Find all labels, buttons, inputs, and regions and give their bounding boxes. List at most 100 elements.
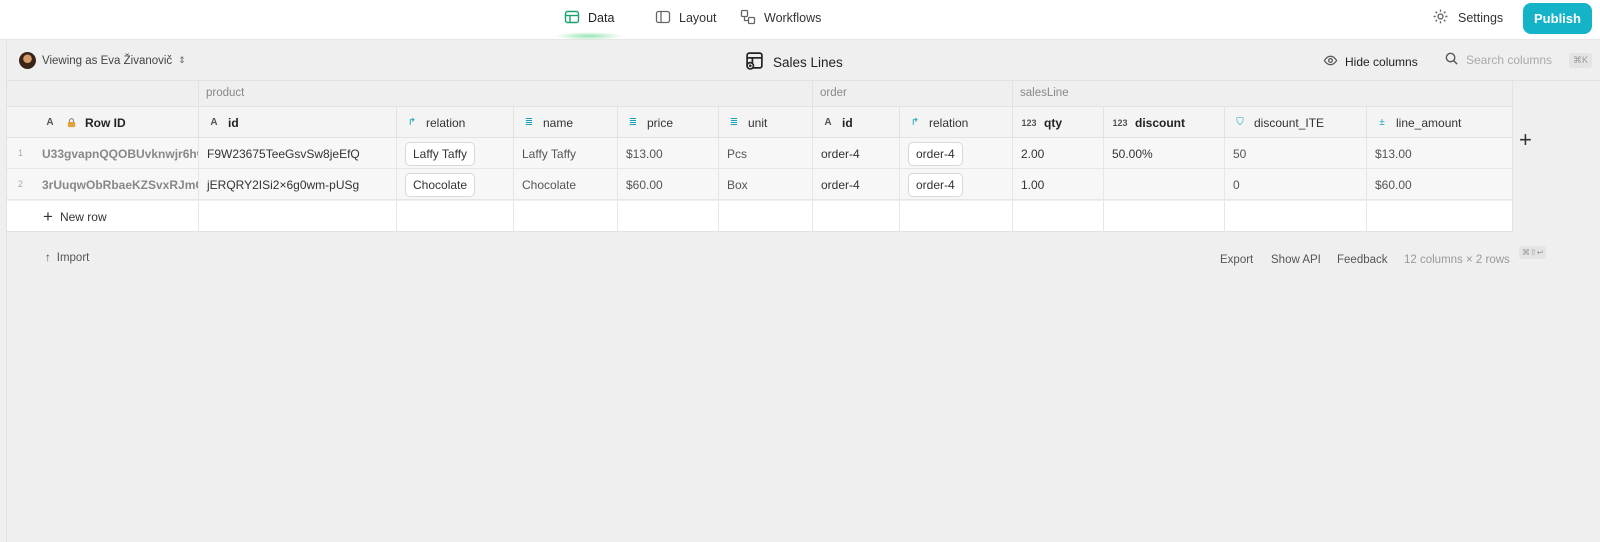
empty-cell [396, 201, 513, 232]
column-header-order-relation[interactable]: ↱ relation [899, 107, 1012, 138]
cell-unit[interactable]: Pcs [718, 138, 812, 169]
lock-icon [64, 116, 78, 130]
data-panel: Viewing as Eva Živanovič ⇕ Sales Lines H… [6, 41, 1600, 542]
row-number: 1 [18, 148, 24, 158]
relation-chip[interactable]: Chocolate [405, 172, 476, 197]
cell-discount[interactable] [1103, 169, 1224, 200]
show-api-button[interactable]: Show API [1271, 254, 1321, 266]
cell-price[interactable]: $60.00 [617, 169, 718, 200]
search-icon [1444, 51, 1459, 69]
row-number: 2 [18, 179, 24, 189]
new-row: + New row [7, 201, 1512, 232]
cell-row-id[interactable]: 3rUuqwObRbaeKZSvxRJmGw [34, 169, 198, 200]
cell-line-amount[interactable]: $13.00 [1366, 138, 1512, 169]
table-title-text: Sales Lines [773, 54, 843, 70]
column-header-line-amount[interactable]: ± line_amount [1366, 107, 1512, 138]
eye-icon [1323, 53, 1338, 71]
cell-discount-ite[interactable]: 50 [1224, 138, 1366, 169]
tab-data[interactable]: Data [553, 0, 625, 40]
cell-discount[interactable]: 50.00% [1103, 138, 1224, 169]
column-header-discount-ite[interactable]: ⛉ discount_ITE [1224, 107, 1366, 138]
viewing-as-selector[interactable]: Viewing as Eva Živanovič ⇕ [19, 52, 186, 69]
cell-order-relation[interactable]: order-4 [899, 169, 1012, 200]
group-salesline: salesLine [1012, 81, 1512, 106]
column-header-product-relation[interactable]: ↱ relation [396, 107, 513, 138]
empty-cell [812, 201, 899, 232]
empty-cell [1224, 201, 1366, 232]
empty-cell [1103, 201, 1224, 232]
arrow-up-icon: ↑ [45, 252, 51, 264]
column-header-product-id[interactable]: A id [198, 107, 396, 138]
table-toolbar: Viewing as Eva Živanovič ⇕ Sales Lines H… [7, 41, 1600, 81]
table-summary: 12 columns × 2 rows [1404, 254, 1510, 266]
cell-product-relation[interactable]: Chocolate [396, 169, 513, 200]
tab-workflows[interactable]: Workflows [740, 0, 821, 36]
relation-chip[interactable]: order-4 [908, 172, 963, 197]
table-row[interactable]: 1 U33gvapnQQOBUvknwjr6hw F9W23675TeeGsvS… [7, 138, 1512, 169]
cell-product-relation[interactable]: Laffy Taffy [396, 138, 513, 169]
table-icon [564, 9, 580, 28]
chevron-updown-icon: ⇕ [178, 55, 186, 65]
relation-icon: ↱ [407, 117, 417, 128]
cell-row-id[interactable]: U33gvapnQQOBUvknwjr6hw [34, 138, 198, 169]
table-row[interactable]: 2 3rUuqwObRbaeKZSvxRJmGw jERQRY2ISi2×6g0… [7, 169, 1512, 200]
group-order: order [812, 81, 1012, 106]
relation-chip[interactable]: Laffy Taffy [405, 141, 476, 166]
column-header-qty[interactable]: 123 qty [1012, 107, 1103, 138]
cell-discount-ite[interactable]: 0 [1224, 169, 1366, 200]
search-columns-input[interactable] [1466, 53, 1562, 67]
data-grid: product order salesLine A Row ID A id ↱ … [7, 81, 1600, 259]
settings-label: Settings [1458, 11, 1504, 25]
table-footer: ↑ Import Export Show API Feedback 12 col… [7, 232, 1600, 292]
empty-cell [513, 201, 617, 232]
column-header-order-id[interactable]: A id [812, 107, 899, 138]
empty-cell [617, 201, 718, 232]
avatar [19, 52, 36, 69]
text-type-icon: A [210, 117, 218, 128]
layout-icon [655, 9, 671, 28]
cell-unit[interactable]: Box [718, 169, 812, 200]
column-header-unit[interactable]: ≣ unit [718, 107, 812, 138]
tab-data-label: Data [588, 11, 615, 25]
empty-cell [718, 201, 812, 232]
add-column-button[interactable]: + [1519, 129, 1532, 151]
cell-order-relation[interactable]: order-4 [899, 138, 1012, 169]
column-header-price[interactable]: ≣ price [617, 107, 718, 138]
export-button[interactable]: Export [1220, 254, 1253, 266]
hide-columns-button[interactable]: Hide columns [1323, 53, 1418, 71]
cell-product-id[interactable]: F9W23675TeeGsvSw8jeEfQ [198, 138, 396, 169]
cell-order-id[interactable]: order-4 [812, 169, 899, 200]
plus-icon: + [43, 207, 53, 226]
tab-layout[interactable]: Layout [655, 0, 717, 36]
import-button[interactable]: ↑ Import [45, 252, 89, 264]
table-title: Sales Lines [745, 51, 843, 73]
column-header-name[interactable]: ≣ name [513, 107, 617, 138]
top-bar: Data Layout Workflows Settings Publish [0, 0, 1600, 40]
lookup-icon: ≣ [628, 117, 638, 128]
group-product: product [198, 81, 812, 106]
relation-chip[interactable]: order-4 [908, 141, 963, 166]
column-headers: A Row ID A id ↱ relation ≣ name ≣ price [7, 106, 1512, 138]
empty-cell [198, 201, 396, 232]
workflows-icon [740, 9, 756, 28]
cell-qty[interactable]: 2.00 [1012, 138, 1103, 169]
search-shortcut: ⌘K [1569, 52, 1593, 68]
cell-name[interactable]: Chocolate [513, 169, 617, 200]
new-row-button[interactable]: + New row [43, 201, 107, 232]
lookup-icon: ≣ [729, 117, 739, 128]
tab-layout-label: Layout [679, 11, 717, 25]
publish-button[interactable]: Publish [1523, 3, 1592, 34]
cell-order-id[interactable]: order-4 [812, 138, 899, 169]
feedback-button[interactable]: Feedback [1337, 254, 1388, 266]
column-header-discount[interactable]: 123 discount [1103, 107, 1224, 138]
hide-columns-label: Hide columns [1345, 55, 1418, 69]
cell-qty[interactable]: 1.00 [1012, 169, 1103, 200]
settings-button[interactable]: Settings [1432, 0, 1503, 36]
cell-name[interactable]: Laffy Taffy [513, 138, 617, 169]
cell-line-amount[interactable]: $60.00 [1366, 169, 1512, 200]
cell-product-id[interactable]: jERQRY2ISi2×6g0wm-pUSg [198, 169, 396, 200]
empty-cell [1366, 201, 1512, 232]
table-edit-icon [745, 51, 764, 73]
cell-price[interactable]: $13.00 [617, 138, 718, 169]
column-header-row-id[interactable]: A Row ID [7, 107, 198, 138]
